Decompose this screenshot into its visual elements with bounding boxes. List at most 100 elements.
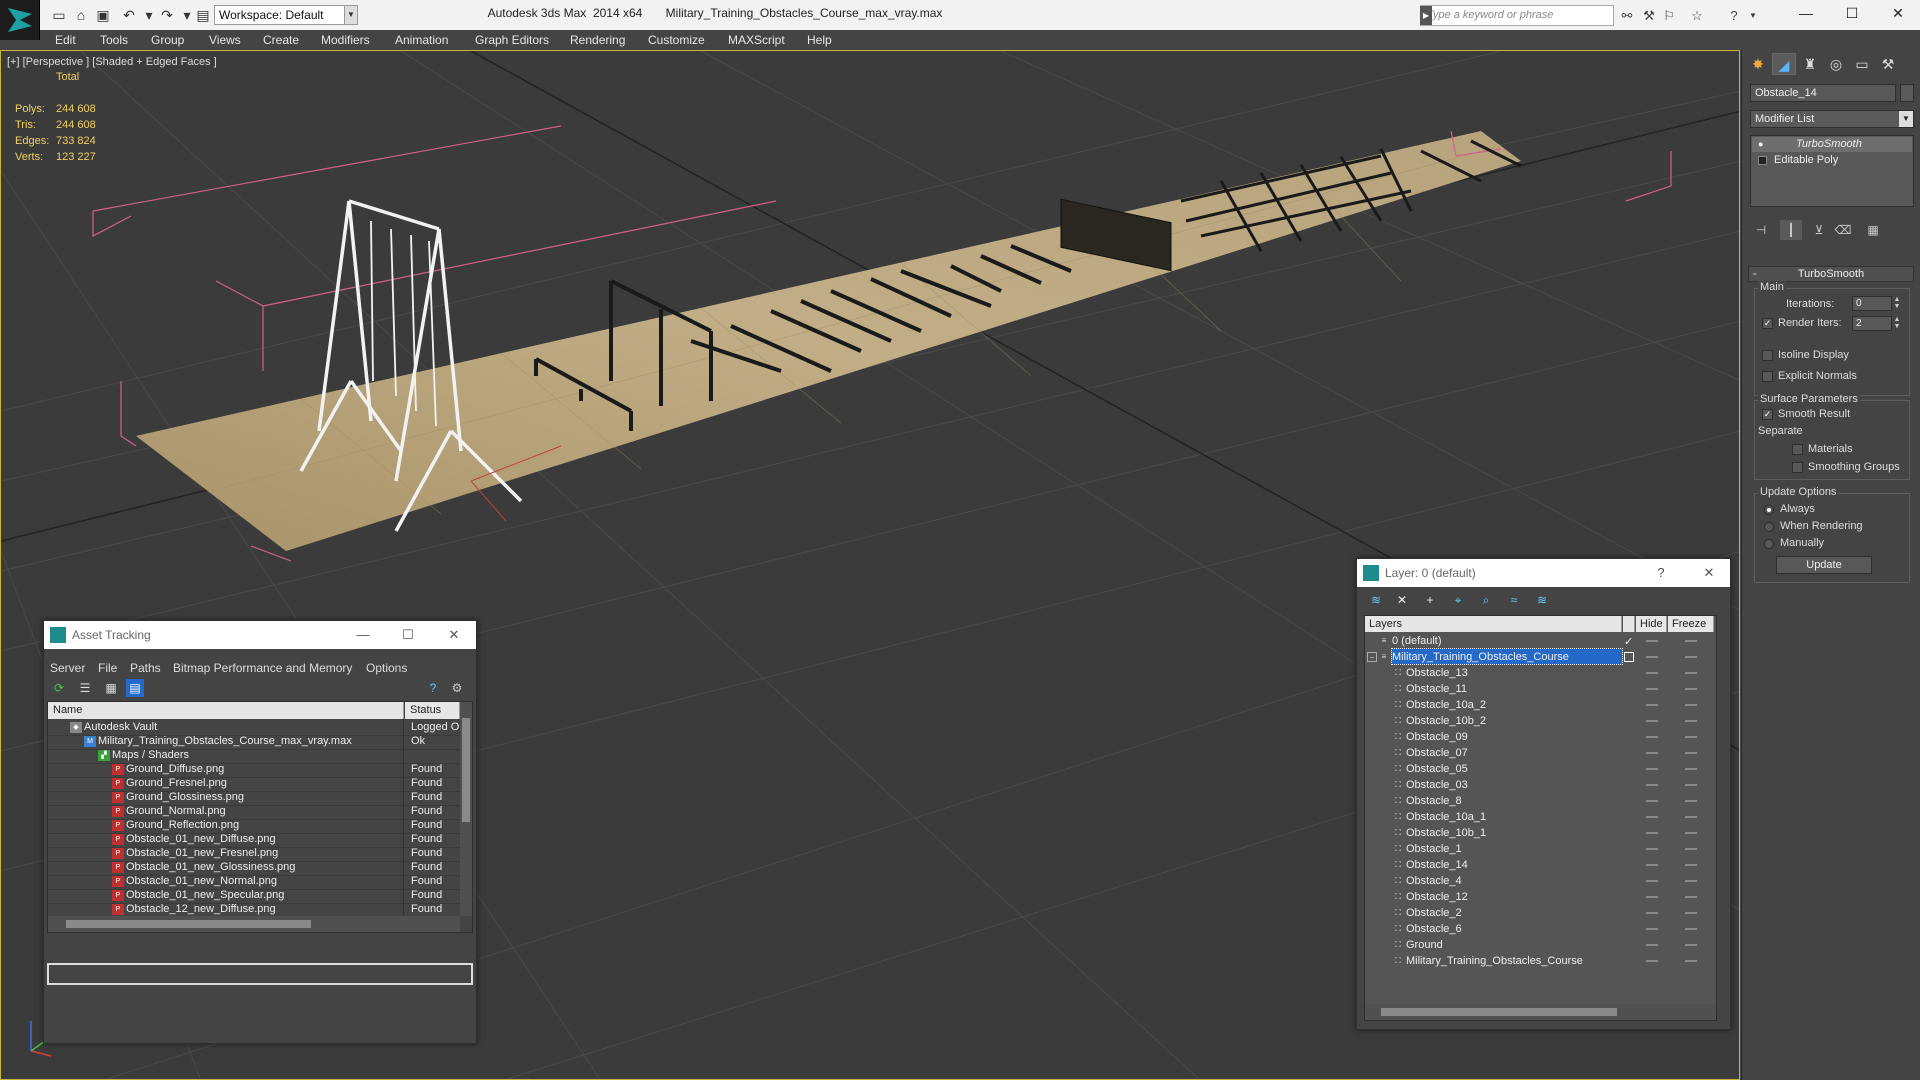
ly-column-freeze[interactable]: Freeze: [1668, 616, 1714, 632]
binoculars-icon[interactable]: ⚯: [1618, 7, 1636, 25]
hide-toggle[interactable]: [1646, 880, 1658, 882]
update-button[interactable]: Update: [1776, 556, 1872, 574]
help-dropdown-icon[interactable]: ▼: [1744, 7, 1762, 25]
minimize-button[interactable]: —: [348, 625, 378, 645]
at-menu-server[interactable]: Server: [50, 661, 85, 675]
freeze-toggle[interactable]: [1685, 800, 1697, 802]
layer-manager-titlebar[interactable]: Layer: 0 (default) ? ✕: [1357, 559, 1730, 587]
layer-row[interactable]: ⛶ Obstacle_10b_2: [1365, 713, 1715, 729]
layer-row[interactable]: ⛶ Military_Training_Obstacles_Course: [1365, 953, 1715, 969]
maximize-button[interactable]: ☐: [1830, 0, 1874, 26]
at-column-status[interactable]: Status: [405, 702, 460, 719]
vertical-scrollbar[interactable]: [460, 702, 472, 916]
isoline-display-checkbox[interactable]: [1762, 350, 1773, 361]
layer-row[interactable]: ⛶ Obstacle_14: [1365, 857, 1715, 873]
display-tab-icon[interactable]: ▭: [1850, 53, 1874, 75]
menu-group[interactable]: Group: [151, 33, 184, 47]
lightbulb-icon[interactable]: ●: [1758, 140, 1767, 149]
scrollbar-thumb[interactable]: [462, 718, 470, 822]
freeze-toggle[interactable]: [1685, 672, 1697, 674]
hide-toggle[interactable]: [1646, 944, 1658, 946]
menu-help[interactable]: Help: [807, 33, 832, 47]
freeze-toggle[interactable]: [1685, 640, 1697, 642]
stack-item-turbosmooth[interactable]: ● TurboSmooth: [1752, 137, 1912, 152]
freeze-toggle[interactable]: [1685, 944, 1697, 946]
spinner-arrows-icon[interactable]: ▲ ▼: [1892, 296, 1902, 311]
smooth-result-checkbox[interactable]: ✓: [1762, 409, 1773, 420]
hide-toggle[interactable]: [1646, 960, 1658, 962]
select-objects-icon[interactable]: ⌖: [1449, 591, 1467, 609]
layer-row[interactable]: ≡ 0 (default) ✓: [1365, 633, 1715, 649]
layer-row[interactable]: ⛶ Obstacle_1: [1365, 841, 1715, 857]
utilities-tab-icon[interactable]: ⚒: [1876, 53, 1900, 75]
modifier-list-dropdown[interactable]: Modifier List ▼: [1750, 110, 1914, 128]
pin-stack-icon[interactable]: ⊣: [1750, 220, 1772, 240]
layer-row[interactable]: ⛶ Obstacle_10a_2: [1365, 697, 1715, 713]
subscription-icon[interactable]: ⚒: [1640, 7, 1658, 25]
menu-animation[interactable]: Animation: [395, 33, 448, 47]
at-menu-file[interactable]: File: [98, 661, 117, 675]
remove-modifier-icon[interactable]: ⌫: [1832, 220, 1854, 240]
turbosmooth-rollout-header[interactable]: - TurboSmooth: [1748, 266, 1914, 282]
hide-toggle[interactable]: [1646, 736, 1658, 738]
create-layer-icon[interactable]: ≋: [1367, 591, 1385, 609]
delete-layer-icon[interactable]: ✕: [1393, 591, 1411, 609]
highlight-layer-icon[interactable]: ⌕: [1477, 591, 1495, 609]
hide-toggle[interactable]: [1646, 752, 1658, 754]
freeze-toggle[interactable]: [1685, 688, 1697, 690]
hide-toggle[interactable]: [1646, 896, 1658, 898]
add-to-layer-icon[interactable]: +: [1421, 591, 1439, 609]
make-unique-icon[interactable]: ⊻: [1808, 220, 1830, 240]
freeze-toggle[interactable]: [1685, 720, 1697, 722]
render-iters-spinner[interactable]: 2: [1852, 316, 1892, 331]
menu-edit[interactable]: Edit: [55, 33, 76, 47]
at-column-name[interactable]: Name: [48, 702, 404, 719]
hide-toggle[interactable]: [1646, 832, 1658, 834]
layer-row[interactable]: ⛶ Obstacle_6: [1365, 921, 1715, 937]
hide-toggle[interactable]: [1646, 784, 1658, 786]
viewport-label[interactable]: [+] [Perspective ] [Shaded + Edged Faces…: [7, 56, 217, 68]
menu-modifiers[interactable]: Modifiers: [321, 33, 370, 47]
hide-toggle[interactable]: [1646, 688, 1658, 690]
menu-rendering[interactable]: Rendering: [570, 33, 625, 47]
asset-tracking-titlebar[interactable]: Asset Tracking — ☐ ✕: [44, 621, 476, 649]
at-menu-options[interactable]: Options: [366, 661, 407, 675]
hide-toggle[interactable]: [1646, 768, 1658, 770]
search-expand-icon[interactable]: ▶: [1420, 6, 1432, 25]
iterations-spinner[interactable]: 0: [1852, 296, 1892, 311]
close-button[interactable]: ✕: [1694, 563, 1724, 583]
help-button[interactable]: ?: [1646, 563, 1676, 583]
update-manually-radio[interactable]: [1764, 539, 1774, 549]
expand-icon[interactable]: [1758, 156, 1767, 165]
motion-tab-icon[interactable]: ◎: [1824, 53, 1848, 75]
menu-tools[interactable]: Tools: [100, 33, 128, 47]
layer-row[interactable]: ⛶ Obstacle_10b_1: [1365, 825, 1715, 841]
hierarchy-tab-icon[interactable]: ♜: [1798, 53, 1822, 75]
search-input[interactable]: Type a keyword or phrase: [1420, 5, 1614, 26]
layer-row[interactable]: ⛶ Obstacle_12: [1365, 889, 1715, 905]
hide-toggle[interactable]: [1646, 704, 1658, 706]
object-color-swatch[interactable]: [1900, 84, 1914, 102]
spinner-arrows-icon[interactable]: ▲ ▼: [1892, 316, 1902, 331]
collapse-icon[interactable]: −: [1367, 652, 1377, 662]
materials-checkbox[interactable]: [1792, 444, 1803, 455]
render-iters-checkbox[interactable]: ✓: [1762, 318, 1773, 329]
menu-views[interactable]: Views: [209, 33, 241, 47]
scrollbar-thumb[interactable]: [66, 920, 311, 928]
layer-row[interactable]: ⛶ Obstacle_8: [1365, 793, 1715, 809]
hide-toggle[interactable]: [1646, 864, 1658, 866]
menu-maxscript[interactable]: MAXScript: [728, 33, 785, 47]
menu-graph-editors[interactable]: Graph Editors: [475, 33, 549, 47]
freeze-toggle[interactable]: [1685, 736, 1697, 738]
current-layer-check-icon[interactable]: ✓: [1624, 634, 1633, 650]
layer-row[interactable]: ⛶ Obstacle_03: [1365, 777, 1715, 793]
hide-all-layers-icon[interactable]: ≈: [1505, 591, 1523, 609]
freeze-toggle[interactable]: [1685, 752, 1697, 754]
hide-toggle[interactable]: [1646, 848, 1658, 850]
communication-center-icon[interactable]: ⚐: [1660, 7, 1678, 25]
layer-row[interactable]: ⛶ Obstacle_07: [1365, 745, 1715, 761]
help-icon[interactable]: ?: [424, 679, 442, 697]
freeze-toggle[interactable]: [1685, 928, 1697, 930]
hide-toggle[interactable]: [1646, 816, 1658, 818]
create-tab-icon[interactable]: ✸: [1746, 53, 1770, 75]
